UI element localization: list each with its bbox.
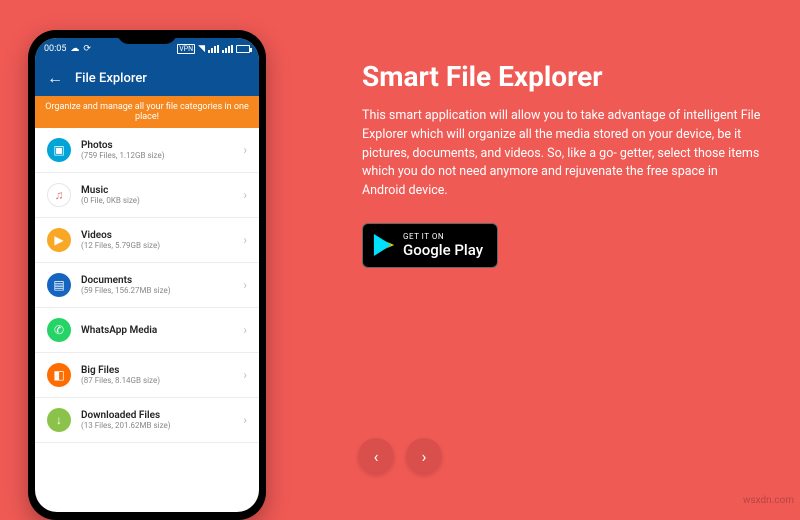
list-item-sub: (87 Files, 8.14GB size): [81, 376, 233, 385]
list-item-sub: (59 Files, 156.27MB size): [81, 286, 233, 295]
videos-icon: ▶: [47, 228, 71, 252]
chevron-right-icon: ›: [243, 413, 247, 427]
chevron-right-icon: ›: [422, 447, 427, 466]
back-icon[interactable]: ←: [47, 70, 63, 86]
page-title: Smart File Explorer: [362, 60, 762, 93]
google-play-icon: [373, 233, 395, 257]
sync-icon: ⟳: [83, 44, 91, 54]
photos-icon: ▣: [47, 138, 71, 162]
chevron-right-icon: ›: [243, 233, 247, 247]
signal-icon-2: [222, 45, 233, 53]
prev-button[interactable]: ‹: [358, 438, 394, 474]
category-list: ▣ Photos (759 Files, 1.12GB size) › ♫ Mu…: [35, 128, 259, 443]
chevron-right-icon: ›: [243, 188, 247, 202]
status-time: 00:05: [44, 44, 66, 54]
content-panel: Smart File Explorer This smart applicati…: [362, 60, 762, 268]
chevron-right-icon: ›: [243, 323, 247, 337]
badge-small-text: GET IT ON: [403, 232, 483, 241]
list-item-sub: (12 Files, 5.79GB size): [81, 241, 233, 250]
list-item-label: Videos: [81, 230, 233, 241]
signal-icon: [208, 45, 219, 53]
list-item-sub: (13 Files, 201.62MB size): [81, 421, 233, 430]
chevron-left-icon: ‹: [374, 447, 379, 466]
info-banner: Organize and manage all your file catego…: [35, 96, 259, 128]
carousel-controls: ‹ ›: [358, 438, 442, 474]
whatsapp-icon: ✆: [47, 318, 71, 342]
list-item-downloads[interactable]: ↓ Downloaded Files (13 Files, 201.62MB s…: [35, 398, 259, 443]
battery-icon: [236, 45, 250, 53]
phone-mockup: 00:05 ☁ ⟳ VPN ◥ ← File Explorer Organize…: [28, 30, 266, 520]
list-item-whatsapp[interactable]: ✆ WhatsApp Media ›: [35, 308, 259, 353]
list-item-music[interactable]: ♫ Music (0 File, 0KB size) ›: [35, 173, 259, 218]
list-item-label: Photos: [81, 140, 233, 151]
wifi-icon: ◥: [198, 44, 205, 54]
music-icon: ♫: [47, 183, 71, 207]
chevron-right-icon: ›: [243, 278, 247, 292]
list-item-documents[interactable]: ▤ Documents (59 Files, 156.27MB size) ›: [35, 263, 259, 308]
list-item-sub: (0 File, 0KB size): [81, 196, 233, 205]
list-item-sub: (759 Files, 1.12GB size): [81, 151, 233, 160]
list-item-bigfiles[interactable]: ◧ Big Files (87 Files, 8.14GB size) ›: [35, 353, 259, 398]
cloud-icon: ☁: [70, 44, 79, 54]
next-button[interactable]: ›: [406, 438, 442, 474]
bigfiles-icon: ◧: [47, 363, 71, 387]
app-bar-title: File Explorer: [75, 71, 147, 86]
list-item-label: Big Files: [81, 365, 233, 376]
chevron-right-icon: ›: [243, 368, 247, 382]
badge-big-text: Google Play: [403, 241, 483, 259]
download-icon: ↓: [47, 408, 71, 432]
documents-icon: ▤: [47, 273, 71, 297]
list-item-label: WhatsApp Media: [81, 325, 233, 336]
google-play-badge[interactable]: GET IT ON Google Play: [362, 223, 498, 268]
phone-notch: [117, 30, 177, 44]
page-description: This smart application will allow you to…: [362, 107, 762, 201]
list-item-label: Music: [81, 185, 233, 196]
phone-screen: 00:05 ☁ ⟳ VPN ◥ ← File Explorer Organize…: [35, 38, 259, 512]
chevron-right-icon: ›: [243, 143, 247, 157]
list-item-photos[interactable]: ▣ Photos (759 Files, 1.12GB size) ›: [35, 128, 259, 173]
vpn-icon: VPN: [177, 44, 195, 54]
app-bar: ← File Explorer: [35, 60, 259, 96]
list-item-videos[interactable]: ▶ Videos (12 Files, 5.79GB size) ›: [35, 218, 259, 263]
watermark: wsxdn.com: [743, 495, 794, 506]
list-item-label: Documents: [81, 275, 233, 286]
list-item-label: Downloaded Files: [81, 410, 233, 421]
